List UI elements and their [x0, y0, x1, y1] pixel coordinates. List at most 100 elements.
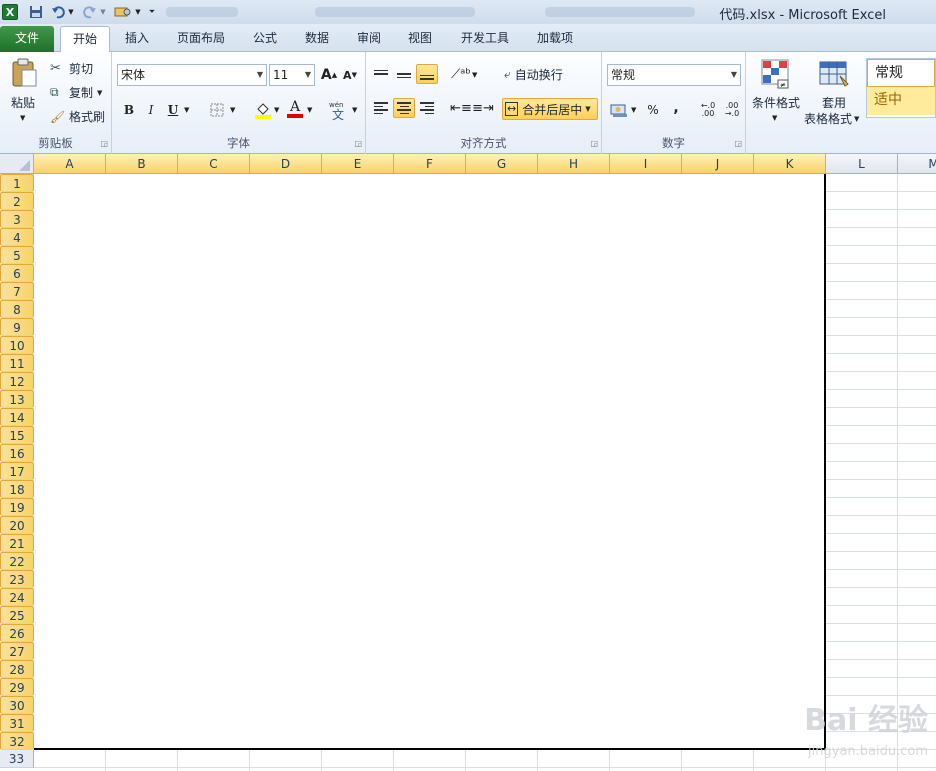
number-format-select[interactable]: 常规 ▼ — [607, 64, 741, 86]
select-all-corner[interactable] — [0, 154, 34, 174]
column-header-m[interactable]: M — [898, 154, 936, 174]
undo-dropdown-icon[interactable]: ▼ — [67, 3, 75, 21]
conditional-format-button[interactable]: 条件格式 — [752, 94, 800, 111]
wrap-text-button[interactable]: ⤶ 自动换行 — [504, 66, 563, 83]
increase-decimal-button[interactable]: ←.0 .00 — [696, 100, 720, 120]
row-header-23[interactable]: 23 — [0, 570, 34, 588]
row-header-16[interactable]: 16 — [0, 444, 34, 462]
merge-center-button[interactable]: ↔ 合并后居中 ▼ — [502, 98, 598, 120]
column-header-f[interactable]: F — [394, 154, 466, 174]
row-header-14[interactable]: 14 — [0, 408, 34, 426]
table-format-button[interactable]: 表格格式 ▼ — [804, 110, 859, 127]
tab-formulas[interactable]: 公式 — [244, 26, 286, 52]
currency-dropdown-icon[interactable]: ▼ — [631, 106, 636, 114]
column-header-k[interactable]: K — [754, 154, 826, 174]
comma-button[interactable]: , — [665, 98, 687, 118]
row-header-11[interactable]: 11 — [0, 354, 34, 372]
font-color-dropdown-icon[interactable]: ▼ — [307, 106, 312, 114]
format-painter-button[interactable]: 🖌 格式刷 — [50, 108, 105, 125]
row-header-25[interactable]: 25 — [0, 606, 34, 624]
row-header-22[interactable]: 22 — [0, 552, 34, 570]
grow-font-button[interactable]: A ▲ — [318, 65, 340, 85]
tab-home[interactable]: 开始 — [60, 26, 110, 53]
alignment-launcher-icon[interactable]: ◲ — [590, 139, 598, 148]
orientation-dropdown-icon[interactable]: ▼ — [472, 71, 477, 79]
column-header-i[interactable]: I — [610, 154, 682, 174]
increase-indent-button[interactable]: ≡⇥ — [472, 98, 494, 118]
font-color-button[interactable]: A — [284, 99, 306, 119]
row-header-26[interactable]: 26 — [0, 624, 34, 642]
row-header-32[interactable]: 32 — [0, 732, 34, 750]
customize-toolbar-icon[interactable]: ⏷ — [147, 3, 157, 21]
cut-button[interactable]: ✂ 剪切 — [50, 60, 93, 77]
row-header-4[interactable]: 4 — [0, 228, 34, 246]
bold-button[interactable]: B — [118, 100, 140, 120]
column-header-a[interactable]: A — [34, 154, 106, 174]
quick-tools-icon[interactable] — [113, 3, 133, 21]
tab-page-layout[interactable]: 页面布局 — [168, 26, 234, 52]
phonetic-dropdown-icon[interactable]: ▼ — [352, 106, 357, 114]
font-name-select[interactable]: 宋体 ▼ — [117, 64, 267, 86]
fill-color-dropdown-icon[interactable]: ▼ — [274, 106, 279, 114]
row-header-15[interactable]: 15 — [0, 426, 34, 444]
font-size-select[interactable]: 11 ▼ — [269, 64, 315, 86]
align-right-button[interactable] — [416, 98, 438, 118]
row-header-31[interactable]: 31 — [0, 714, 34, 732]
copy-dropdown-icon[interactable]: ▼ — [97, 89, 102, 97]
row-header-17[interactable]: 17 — [0, 462, 34, 480]
style-normal[interactable]: 常规 — [867, 59, 935, 87]
row-header-29[interactable]: 29 — [0, 678, 34, 696]
tab-view[interactable]: 视图 — [399, 26, 441, 52]
tab-file[interactable]: 文件 — [0, 26, 54, 52]
paste-button[interactable]: 粘贴 — [11, 94, 35, 111]
row-header-10[interactable]: 10 — [0, 336, 34, 354]
underline-dropdown-icon[interactable]: ▼ — [184, 106, 189, 114]
row-header-30[interactable]: 30 — [0, 696, 34, 714]
row-header-7[interactable]: 7 — [0, 282, 34, 300]
row-header-33[interactable]: 33 — [0, 750, 34, 768]
row-header-2[interactable]: 2 — [0, 192, 34, 210]
undo-icon[interactable] — [50, 3, 66, 21]
selection-range[interactable] — [34, 174, 826, 750]
column-header-b[interactable]: B — [106, 154, 178, 174]
percent-button[interactable]: % — [642, 100, 664, 120]
column-header-h[interactable]: H — [538, 154, 610, 174]
row-header-13[interactable]: 13 — [0, 390, 34, 408]
clipboard-launcher-icon[interactable]: ◲ — [100, 139, 108, 148]
decrease-indent-button[interactable]: ⇤≡ — [450, 98, 472, 118]
row-header-6[interactable]: 6 — [0, 264, 34, 282]
tab-data[interactable]: 数据 — [296, 26, 338, 52]
redo-dropdown-icon[interactable]: ▼ — [99, 3, 107, 21]
column-header-l[interactable]: L — [826, 154, 898, 174]
row-header-3[interactable]: 3 — [0, 210, 34, 228]
border-button[interactable] — [206, 100, 228, 120]
column-header-d[interactable]: D — [250, 154, 322, 174]
tab-review[interactable]: 审阅 — [348, 26, 390, 52]
phonetic-button[interactable]: wén 文 — [326, 98, 352, 122]
row-header-20[interactable]: 20 — [0, 516, 34, 534]
style-neutral[interactable]: 适中 — [867, 87, 935, 115]
row-header-9[interactable]: 9 — [0, 318, 34, 336]
tab-insert[interactable]: 插入 — [115, 26, 159, 52]
row-header-28[interactable]: 28 — [0, 660, 34, 678]
merge-center-dropdown-icon[interactable]: ▼ — [585, 105, 590, 113]
tools-dropdown-icon[interactable]: ▼ — [134, 3, 142, 21]
border-dropdown-icon[interactable]: ▼ — [230, 106, 235, 114]
table-format-icon[interactable] — [818, 58, 850, 90]
italic-button[interactable]: I — [140, 100, 162, 120]
paste-dropdown-icon[interactable]: ▼ — [20, 114, 25, 122]
row-header-18[interactable]: 18 — [0, 480, 34, 498]
column-header-c[interactable]: C — [178, 154, 250, 174]
redo-icon[interactable] — [82, 3, 98, 21]
row-header-24[interactable]: 24 — [0, 588, 34, 606]
tab-developer[interactable]: 开发工具 — [452, 26, 518, 52]
row-header-12[interactable]: 12 — [0, 372, 34, 390]
row-header-27[interactable]: 27 — [0, 642, 34, 660]
save-icon[interactable] — [28, 3, 44, 21]
column-header-g[interactable]: G — [466, 154, 538, 174]
excel-logo-icon[interactable]: X — [2, 4, 18, 20]
fill-color-button[interactable] — [252, 100, 274, 120]
currency-button[interactable] — [608, 100, 630, 120]
row-header-8[interactable]: 8 — [0, 300, 34, 318]
align-center-button[interactable] — [393, 98, 415, 118]
